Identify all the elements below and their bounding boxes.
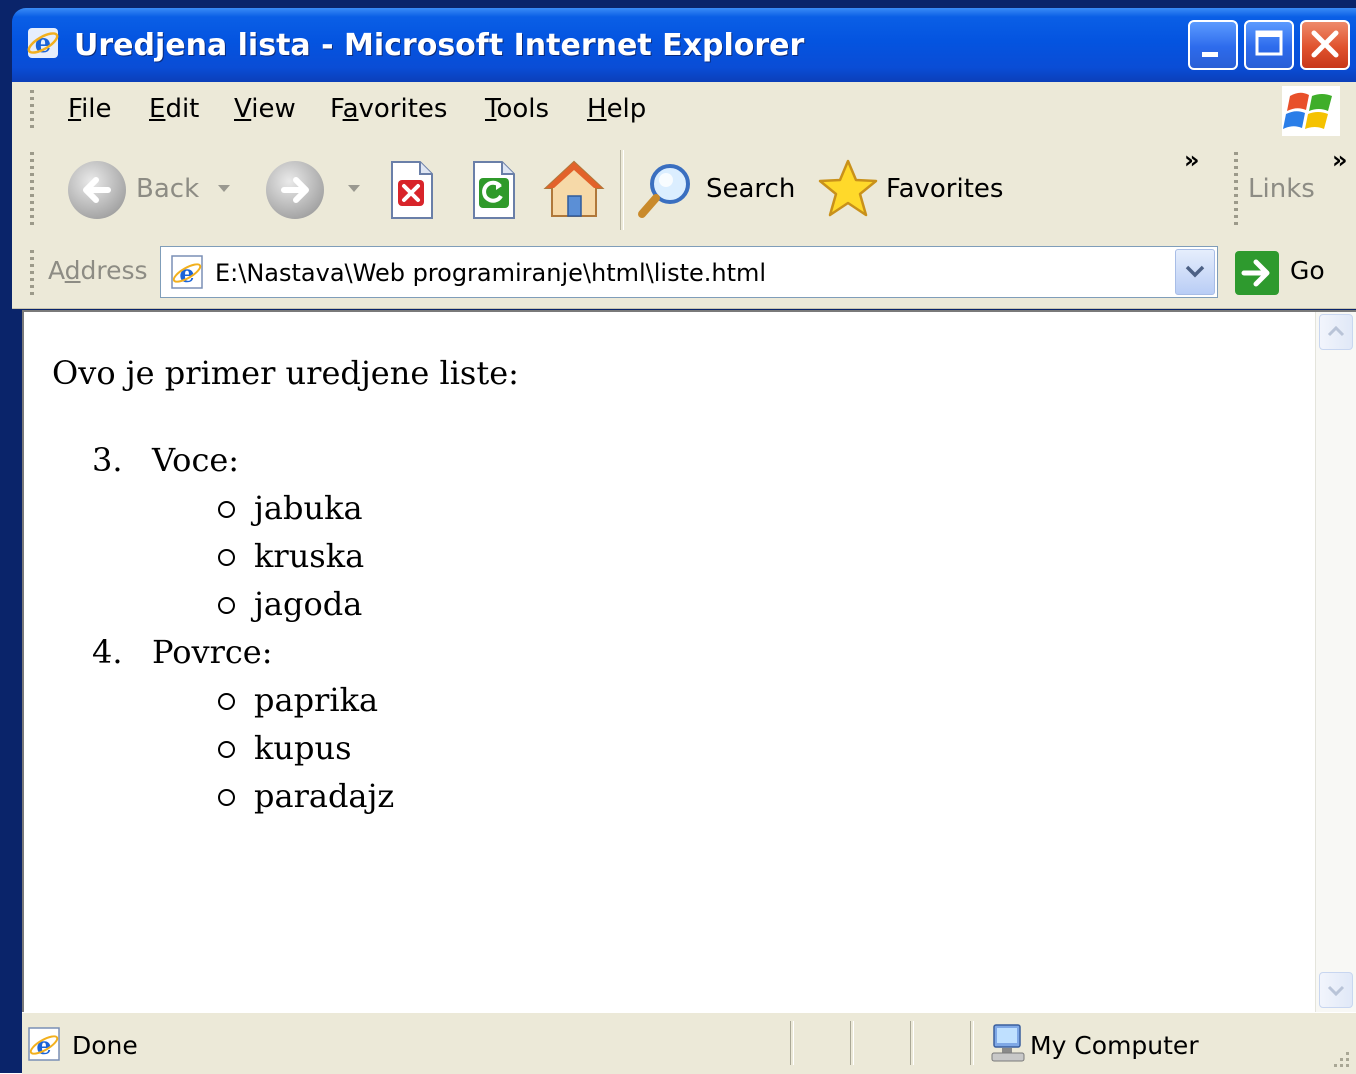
page-icon: e bbox=[171, 255, 203, 289]
list-item-label: Povrce: bbox=[152, 633, 273, 671]
refresh-icon[interactable] bbox=[470, 160, 518, 220]
toolbar-chevron[interactable]: » bbox=[1184, 146, 1200, 174]
address-bar: Address e E:\Nastava\Web programiranje\h… bbox=[12, 240, 1356, 309]
address-input[interactable]: e E:\Nastava\Web programiranje\html\list… bbox=[160, 246, 1218, 298]
address-label: Address bbox=[48, 256, 148, 285]
circle-bullet-icon bbox=[218, 597, 235, 614]
chevron-down-icon bbox=[1185, 265, 1205, 278]
ie-logo-icon: e bbox=[27, 28, 59, 59]
menu-file[interactable]: File bbox=[68, 94, 112, 124]
nested-list-item: jagoda bbox=[152, 580, 519, 628]
forward-button[interactable] bbox=[266, 161, 324, 219]
circle-bullet-icon bbox=[218, 741, 235, 758]
zone-label: My Computer bbox=[1030, 1031, 1199, 1060]
minimize-button[interactable] bbox=[1188, 20, 1238, 70]
favorites-star-icon[interactable] bbox=[816, 158, 880, 220]
close-button[interactable] bbox=[1300, 20, 1350, 70]
menu-favorites[interactable]: Favorites bbox=[330, 94, 447, 124]
resize-grip-icon[interactable] bbox=[1330, 1048, 1352, 1070]
address-grip[interactable] bbox=[30, 250, 34, 298]
list-number: 3. bbox=[92, 441, 123, 479]
toolbar-separator bbox=[620, 150, 624, 230]
back-arrow-icon bbox=[83, 177, 111, 203]
toolbar-grip[interactable] bbox=[30, 152, 34, 228]
browser-window: e Uredjena lista - Microsoft Internet Ex… bbox=[0, 0, 1356, 1074]
status-divider bbox=[850, 1021, 854, 1065]
circle-bullet-icon bbox=[218, 501, 235, 518]
chevron-down-icon bbox=[1327, 985, 1345, 997]
list-item: 3. Voce: jabuka kruska jagoda bbox=[52, 436, 519, 628]
status-divider bbox=[910, 1021, 914, 1065]
back-dropdown-icon[interactable] bbox=[217, 184, 231, 194]
links-grip[interactable] bbox=[1234, 152, 1238, 228]
search-icon[interactable] bbox=[636, 160, 696, 222]
nested-list-item: kruska bbox=[152, 532, 519, 580]
status-text: Done bbox=[72, 1031, 138, 1060]
nested-list-item: paprika bbox=[152, 676, 519, 724]
chevron-up-icon bbox=[1327, 325, 1345, 337]
nested-list-item: jabuka bbox=[152, 484, 519, 532]
forward-dropdown-icon[interactable] bbox=[347, 184, 361, 194]
nested-list-item: kupus bbox=[152, 724, 519, 772]
back-button[interactable] bbox=[68, 161, 126, 219]
window-title: Uredjena lista - Microsoft Internet Expl… bbox=[74, 28, 805, 63]
menu-view[interactable]: View bbox=[234, 94, 296, 124]
links-label[interactable]: Links bbox=[1248, 174, 1315, 204]
page-done-icon: e bbox=[28, 1027, 60, 1061]
links-chevron[interactable]: » bbox=[1332, 146, 1348, 174]
svg-text:e: e bbox=[36, 1031, 51, 1060]
nested-list-item: paradajz bbox=[152, 772, 519, 820]
maximize-button[interactable] bbox=[1244, 20, 1294, 70]
favorites-button[interactable]: Favorites bbox=[886, 174, 1003, 204]
my-computer-icon bbox=[991, 1024, 1025, 1062]
svg-text:e: e bbox=[179, 259, 194, 288]
list-item: 4. Povrce: paprika kupus paradajz bbox=[52, 628, 519, 820]
circle-bullet-icon bbox=[218, 549, 235, 566]
circle-bullet-icon bbox=[218, 789, 235, 806]
forward-arrow-icon bbox=[281, 177, 309, 203]
vertical-scrollbar[interactable] bbox=[1315, 312, 1356, 1012]
ordered-list: 3. Voce: jabuka kruska jagoda 4. Povrce:… bbox=[52, 436, 519, 820]
go-arrow-icon[interactable] bbox=[1234, 250, 1280, 296]
menu-edit[interactable]: Edit bbox=[149, 94, 199, 124]
circle-bullet-icon bbox=[218, 693, 235, 710]
close-icon bbox=[1311, 30, 1339, 58]
standard-toolbar: Back Search Favorites » Links » bbox=[12, 140, 1356, 241]
nested-list: jabuka kruska jagoda bbox=[152, 484, 519, 628]
scroll-down-button[interactable] bbox=[1319, 972, 1353, 1008]
address-value: E:\Nastava\Web programiranje\html\liste.… bbox=[215, 259, 767, 287]
windows-logo-icon bbox=[1282, 86, 1340, 136]
menu-tools[interactable]: Tools bbox=[485, 94, 549, 124]
minimize-icon bbox=[1202, 52, 1218, 57]
go-button[interactable]: Go bbox=[1290, 256, 1325, 285]
menu-bar: File Edit View Favorites Tools Help bbox=[12, 82, 1356, 141]
stop-icon[interactable] bbox=[388, 160, 436, 220]
status-divider bbox=[970, 1021, 974, 1065]
maximize-icon bbox=[1255, 30, 1283, 56]
menu-help[interactable]: Help bbox=[587, 94, 646, 124]
scroll-up-button[interactable] bbox=[1319, 314, 1353, 350]
nested-list: paprika kupus paradajz bbox=[152, 676, 519, 820]
home-icon[interactable] bbox=[542, 158, 606, 220]
status-bar: e Done My Computer bbox=[22, 1012, 1356, 1074]
page-content: Ovo je primer uredjene liste: 3. Voce: j… bbox=[22, 310, 1356, 1012]
back-label[interactable]: Back bbox=[136, 174, 199, 204]
list-item-label: Voce: bbox=[152, 441, 240, 479]
search-button[interactable]: Search bbox=[706, 174, 795, 204]
address-dropdown-button[interactable] bbox=[1175, 249, 1215, 295]
menubar-grip[interactable] bbox=[30, 90, 34, 132]
status-divider bbox=[790, 1021, 794, 1065]
list-number: 4. bbox=[92, 633, 123, 671]
title-bar[interactable]: e Uredjena lista - Microsoft Internet Ex… bbox=[12, 8, 1356, 82]
document-body: Ovo je primer uredjene liste: 3. Voce: j… bbox=[52, 354, 519, 820]
intro-text: Ovo je primer uredjene liste: bbox=[52, 354, 519, 392]
